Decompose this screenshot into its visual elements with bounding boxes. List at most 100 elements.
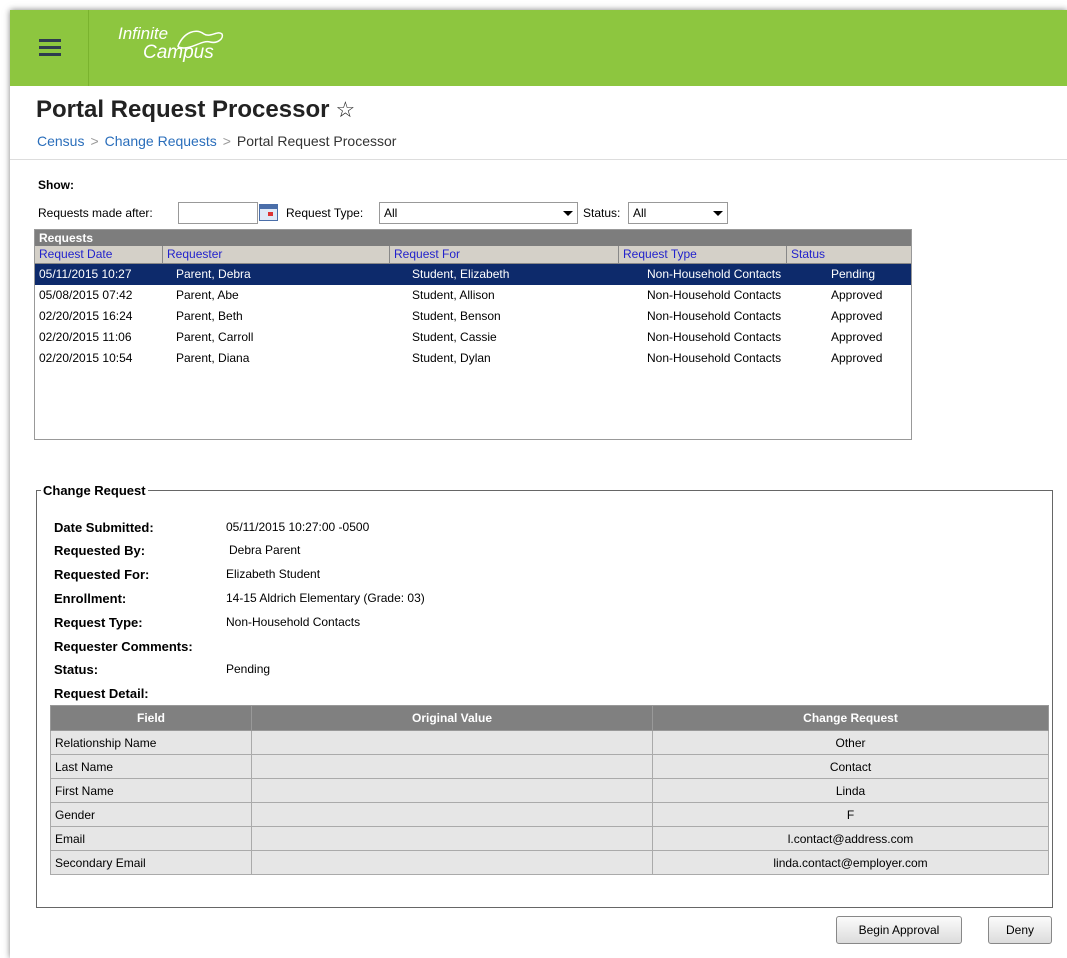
field-label: Requested For: — [54, 567, 150, 582]
request-row[interactable]: 02/20/2015 10:54 Parent, Diana Student, … — [35, 348, 911, 369]
status-select[interactable]: All — [628, 202, 728, 224]
date-input[interactable] — [178, 202, 258, 224]
chevron-down-icon — [713, 211, 723, 216]
request-status: Approved — [831, 288, 883, 302]
request-for: Student, Elizabeth — [412, 267, 510, 281]
chevron-down-icon — [563, 211, 573, 216]
detail-row: Email l.contact@address.com — [50, 826, 1049, 851]
detail-col-change: Change Request — [652, 705, 1049, 731]
request-type-value: All — [384, 206, 398, 220]
calendar-icon[interactable] — [259, 204, 278, 221]
request-requester: Parent, Beth — [176, 309, 243, 323]
request-status: Approved — [831, 309, 883, 323]
request-type: Non-Household Contacts — [647, 330, 782, 344]
begin-approval-button[interactable]: Begin Approval — [836, 916, 962, 944]
logo: Infinite Campus — [118, 24, 224, 64]
detail-original — [251, 778, 653, 803]
deny-button[interactable]: Deny — [988, 916, 1052, 944]
field-label: Requester Comments: — [54, 639, 193, 654]
favorite-star-icon[interactable]: ☆ — [335, 97, 355, 122]
request-for: Student, Dylan — [412, 351, 491, 365]
detail-original — [251, 730, 653, 755]
breadcrumb-census[interactable]: Census — [37, 133, 84, 149]
detail-field: Relationship Name — [50, 730, 252, 755]
request-row[interactable]: 02/20/2015 16:24 Parent, Beth Student, B… — [35, 306, 911, 327]
detail-field: First Name — [50, 778, 252, 803]
request-for: Student, Allison — [412, 288, 495, 302]
change-request-legend: Change Request — [43, 483, 146, 498]
field-value: 05/11/2015 10:27:00 -0500 — [226, 520, 370, 534]
column-request-for[interactable]: Request For — [390, 246, 619, 263]
detail-row: First Name Linda — [50, 778, 1049, 803]
detail-original — [251, 802, 653, 827]
detail-field: Email — [50, 826, 252, 851]
status-label: Status: — [583, 206, 621, 220]
request-date: 02/20/2015 11:06 — [39, 330, 132, 344]
request-requester: Parent, Debra — [176, 267, 251, 281]
status-value: All — [633, 206, 647, 220]
field-value: Debra Parent — [229, 543, 301, 557]
detail-original — [251, 754, 653, 779]
request-requester: Parent, Diana — [176, 351, 250, 365]
request-type: Non-Household Contacts — [647, 351, 782, 365]
detail-original — [251, 826, 653, 851]
request-status: Approved — [831, 330, 883, 344]
field-value: Non-Household Contacts — [226, 615, 361, 629]
field-label: Requested By: — [54, 543, 146, 558]
request-status: Approved — [831, 351, 883, 365]
breadcrumb: Census > Change Requests > Portal Request Pr… — [37, 133, 396, 149]
detail-row: Secondary Email linda.contact@employer.c… — [50, 850, 1049, 875]
request-detail-table: Field Original Value Change Request Rela… — [50, 705, 1049, 875]
detail-row: Last Name Contact — [50, 754, 1049, 779]
detail-change: l.contact@address.com — [652, 826, 1049, 851]
request-row[interactable]: 05/11/2015 10:27 Parent, Debra Student, … — [35, 264, 911, 285]
field-label: Request Detail: — [54, 686, 149, 701]
request-type-label: Request Type: — [286, 206, 364, 220]
detail-row: Gender F — [50, 802, 1049, 827]
column-status[interactable]: Status — [787, 246, 911, 263]
request-row[interactable]: 02/20/2015 11:06 Parent, Carroll Student… — [35, 327, 911, 348]
request-requester: Parent, Carroll — [176, 330, 254, 344]
request-type: Non-Household Contacts — [647, 309, 782, 323]
detail-change: Other — [652, 730, 1049, 755]
detail-change: linda.contact@employer.com — [652, 850, 1049, 875]
detail-change: F — [652, 802, 1049, 827]
chevron-right-icon: > — [90, 133, 99, 149]
field-label: Date Submitted: — [54, 520, 154, 535]
field-value: 14-15 Aldrich Elementary (Grade: 03) — [226, 591, 425, 605]
field-value: Elizabeth Student — [226, 567, 321, 581]
top-bar: Infinite Campus — [10, 10, 1067, 86]
title-row: Portal Request Processor ☆ — [36, 96, 355, 124]
logo-swoosh-icon — [177, 30, 224, 49]
app-window: Infinite Campus Portal Request Processor… — [10, 10, 1067, 958]
detail-original — [251, 850, 653, 875]
detail-row: Relationship Name Other — [50, 730, 1049, 755]
column-request-type[interactable]: Request Type — [619, 246, 787, 263]
column-request-date[interactable]: Request Date — [35, 246, 163, 263]
detail-col-original: Original Value — [251, 705, 653, 731]
field-label: Enrollment: — [54, 591, 127, 606]
requests-title: Requests — [35, 230, 911, 246]
request-row[interactable]: 05/08/2015 07:42 Parent, Abe Student, Al… — [35, 285, 911, 306]
request-type: Non-Household Contacts — [647, 267, 782, 281]
detail-change: Contact — [652, 754, 1049, 779]
request-type-select[interactable]: All — [379, 202, 578, 224]
show-label: Show: — [38, 178, 74, 192]
field-label: Request Type: — [54, 615, 143, 630]
date-label: Requests made after: — [38, 206, 153, 220]
detail-field: Last Name — [50, 754, 252, 779]
detail-change: Linda — [652, 778, 1049, 803]
menu-icon[interactable] — [10, 10, 89, 86]
chevron-right-icon: > — [222, 133, 231, 149]
breadcrumb-change-requests[interactable]: Change Requests — [105, 133, 217, 149]
request-date: 05/08/2015 07:42 — [39, 288, 133, 302]
requests-panel: Requests Request Date Requester Request … — [34, 229, 912, 440]
request-date: 02/20/2015 10:54 — [39, 351, 133, 365]
column-requester[interactable]: Requester — [163, 246, 390, 263]
request-for: Student, Benson — [412, 309, 501, 323]
breadcrumb-current: Portal Request Processor — [236, 133, 397, 149]
request-date: 05/11/2015 10:27 — [39, 267, 132, 281]
field-label: Status: — [54, 662, 99, 677]
detail-header-row: Field Original Value Change Request — [50, 705, 1049, 731]
request-status: Pending — [831, 267, 876, 281]
